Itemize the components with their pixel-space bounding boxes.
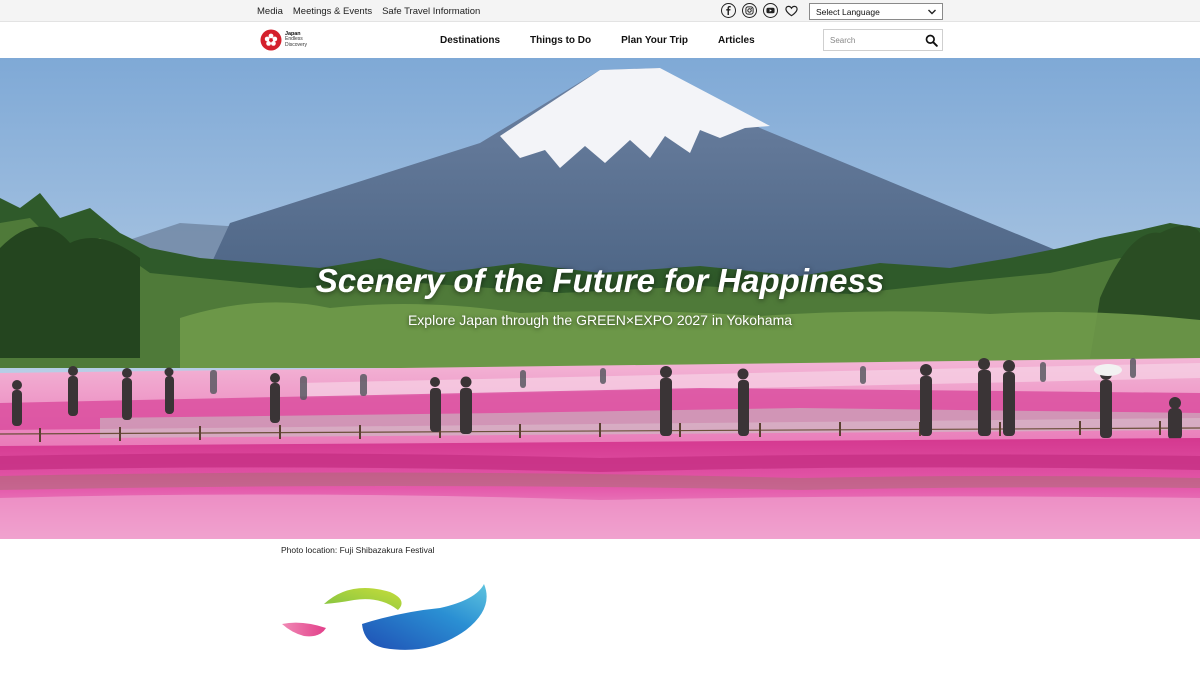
nav-destinations[interactable]: Destinations [440,35,500,46]
nav-plan-your-trip[interactable]: Plan Your Trip [621,35,688,46]
hero-banner[interactable]: Scenery of the Future for Happiness Expl… [0,58,1200,539]
search-box [823,29,943,51]
logo-line-3: Discovery [285,41,307,48]
heart-icon[interactable] [784,3,799,18]
logo-text: Japan Endless Discovery [285,31,307,48]
cherry-blossom-logo-icon [260,29,282,51]
utility-link-media[interactable]: Media [257,6,283,17]
language-select-value: Select Language [816,6,880,17]
utility-links: Media Meetings & Events Safe Travel Info… [257,0,480,22]
social-links [721,3,799,18]
search-input[interactable] [824,30,920,51]
nav-things-to-do[interactable]: Things to Do [530,35,591,46]
nav-articles[interactable]: Articles [718,35,755,46]
utility-bar: Media Meetings & Events Safe Travel Info… [0,0,1200,22]
facebook-icon[interactable] [721,3,736,18]
youtube-icon[interactable] [763,3,778,18]
hero-title: Scenery of the Future for Happiness [315,262,885,299]
instagram-icon[interactable] [742,3,757,18]
chevron-down-icon [928,9,936,15]
japan-logo[interactable]: Japan Endless Discovery [260,28,320,52]
hero-subtitle: Explore Japan through the GREEN×EXPO 202… [407,312,793,328]
search-icon[interactable] [925,34,938,47]
photo-caption: Photo location: Fuji Shibazakura Festiva… [281,545,435,555]
green-expo-logo-icon [282,584,487,650]
utility-link-meetings-events[interactable]: Meetings & Events [293,6,372,17]
language-select[interactable]: Select Language [809,3,943,20]
utility-link-safe-travel[interactable]: Safe Travel Information [382,6,480,17]
main-nav: Japan Endless Discovery Destinations Thi… [0,22,1200,58]
primary-nav: Destinations Things to Do Plan Your Trip… [440,22,755,58]
